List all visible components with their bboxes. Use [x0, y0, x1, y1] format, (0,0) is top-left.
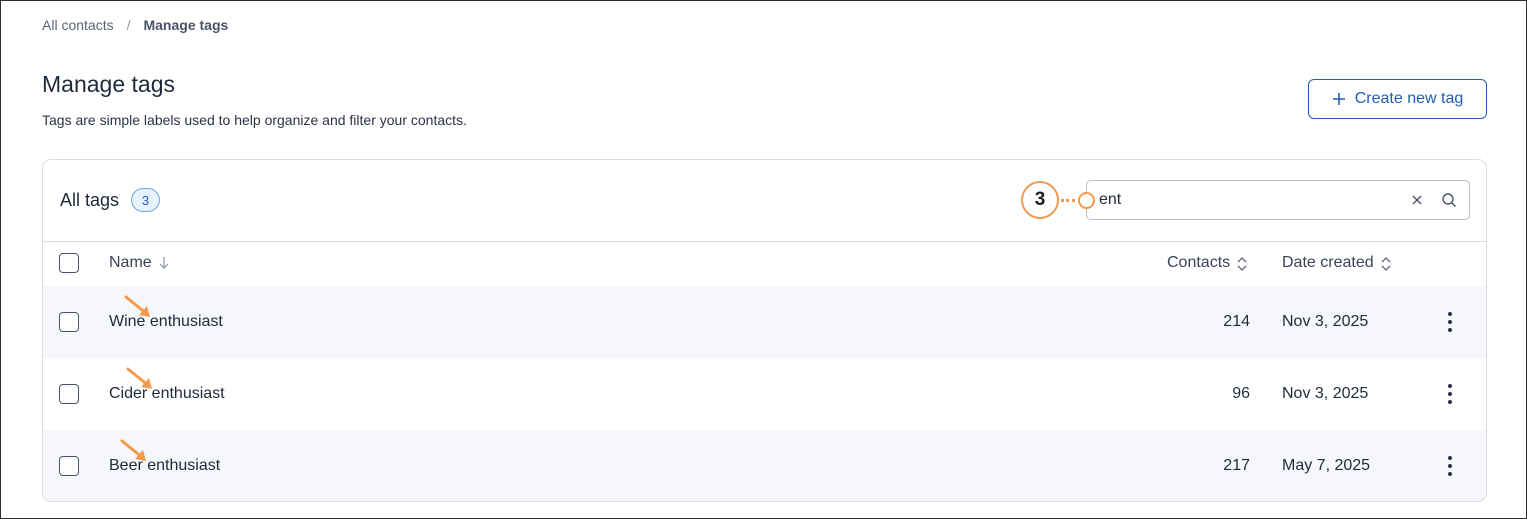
- tags-card-title: All tags: [60, 190, 120, 210]
- tags-card-header: All tags 3 3: [43, 160, 1486, 242]
- search-icon[interactable]: [1441, 192, 1457, 208]
- search-field[interactable]: [1086, 180, 1470, 220]
- tag-name[interactable]: Wine enthusiast: [109, 313, 223, 331]
- search-input[interactable]: [1099, 189, 1389, 211]
- row-checkbox[interactable]: [59, 384, 79, 404]
- tag-contacts-count: 96: [1232, 385, 1250, 402]
- column-header-date-created[interactable]: Date created: [1282, 254, 1392, 272]
- select-all-checkbox[interactable]: [59, 253, 79, 273]
- column-date-created-label: Date created: [1282, 254, 1374, 271]
- sort-toggle-icon: [1380, 256, 1392, 271]
- page-title: Manage tags: [42, 71, 175, 97]
- column-name-label: Name: [109, 254, 152, 271]
- breadcrumb-all-contacts-link[interactable]: All contacts: [42, 17, 114, 33]
- column-header-contacts[interactable]: Contacts: [1167, 254, 1248, 272]
- tag-name[interactable]: Cider enthusiast: [109, 385, 225, 403]
- row-actions-menu-icon[interactable]: [1442, 454, 1458, 478]
- create-new-tag-label: Create new tag: [1354, 90, 1464, 107]
- sort-toggle-icon: [1236, 256, 1248, 271]
- table-header: Name Contacts Date created: [43, 242, 1486, 286]
- page-subtitle: Tags are simple labels used to help orga…: [42, 112, 467, 128]
- plus-icon: [1332, 88, 1346, 110]
- tag-date-created: May 7, 2025: [1282, 457, 1371, 474]
- row-actions-menu-icon[interactable]: [1442, 382, 1458, 406]
- breadcrumb-separator: /: [126, 17, 131, 33]
- breadcrumb: All contacts / Manage tags: [42, 17, 228, 33]
- step-callout-number: 3: [1021, 181, 1059, 219]
- column-header-name[interactable]: Name: [109, 254, 170, 272]
- row-checkbox[interactable]: [59, 312, 79, 332]
- breadcrumb-current: Manage tags: [143, 17, 229, 33]
- sort-descending-icon: [158, 256, 170, 270]
- tag-date-created: Nov 3, 2025: [1282, 385, 1369, 402]
- table-row: Cider enthusiast 96 Nov 3, 2025: [43, 358, 1486, 430]
- tag-name[interactable]: Beer enthusiast: [109, 457, 220, 475]
- table-row: Wine enthusiast 214 Nov 3, 2025: [43, 286, 1486, 358]
- row-checkbox[interactable]: [59, 456, 79, 476]
- tags-count-badge: 3: [131, 188, 160, 212]
- callout-target-ring: [1078, 192, 1095, 209]
- tag-contacts-count: 214: [1223, 313, 1250, 330]
- tag-contacts-count: 217: [1223, 457, 1250, 474]
- tag-date-created: Nov 3, 2025: [1282, 313, 1369, 330]
- close-icon[interactable]: [1409, 192, 1425, 208]
- table-row: Beer enthusiast 217 May 7, 2025: [43, 430, 1486, 501]
- create-new-tag-button[interactable]: Create new tag: [1308, 79, 1487, 119]
- row-actions-menu-icon[interactable]: [1442, 310, 1458, 334]
- column-contacts-label: Contacts: [1167, 254, 1231, 271]
- tags-card: All tags 3 3 Name Contacts: [42, 159, 1487, 502]
